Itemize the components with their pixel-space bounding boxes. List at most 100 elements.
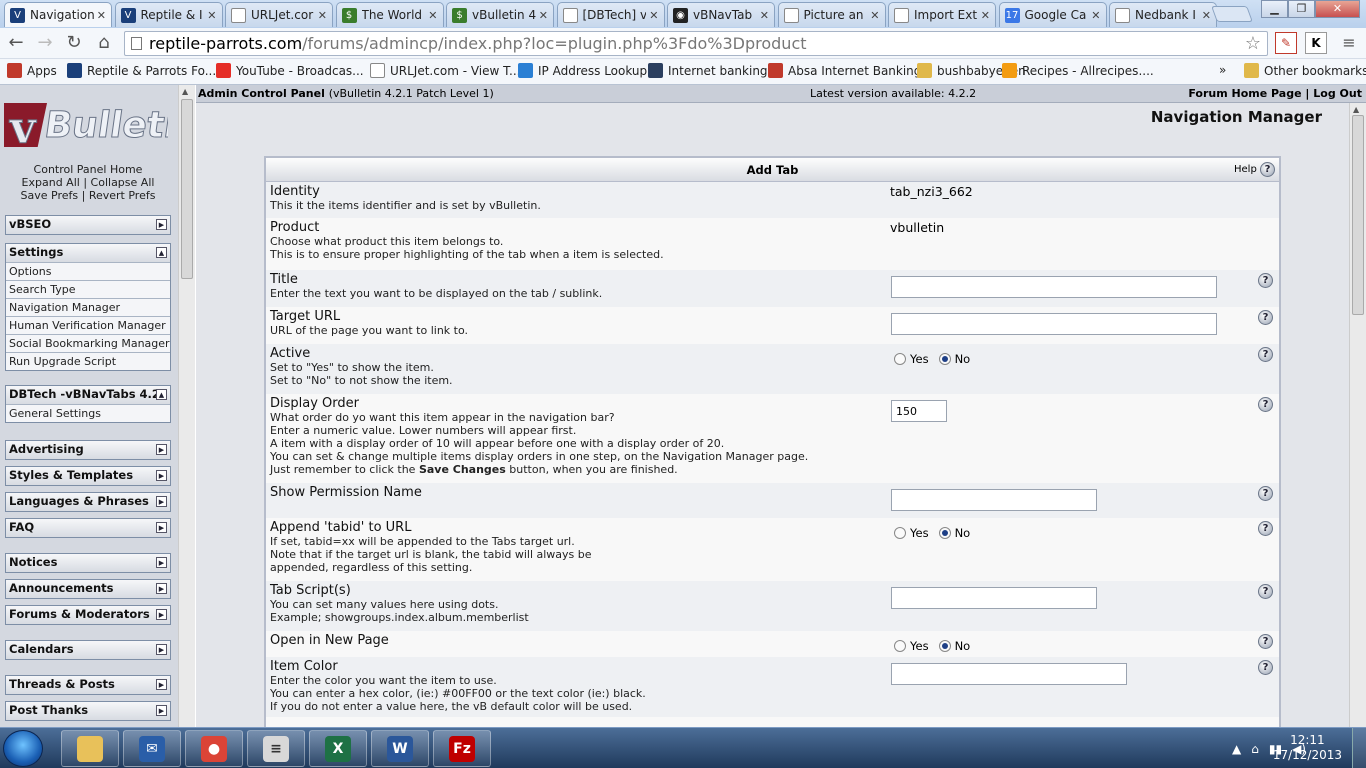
- expand-icon[interactable]: ▶: [156, 583, 167, 594]
- collapse-icon[interactable]: ▲: [156, 247, 167, 258]
- taskbar-excel-button[interactable]: X: [309, 730, 367, 767]
- revert-prefs-link[interactable]: Revert Prefs: [89, 189, 156, 202]
- close-tab-icon[interactable]: ✕: [870, 9, 879, 22]
- bookmark-item[interactable]: Apps: [7, 63, 57, 78]
- expand-icon[interactable]: ▶: [156, 444, 167, 455]
- home-icon[interactable]: ⌂: [93, 32, 115, 54]
- nav-item[interactable]: Options: [6, 262, 170, 280]
- reload-icon[interactable]: ↻: [63, 32, 85, 54]
- taskbar-chrome-button[interactable]: ●: [185, 730, 243, 767]
- bookmarks-overflow-button[interactable]: »: [1219, 63, 1226, 77]
- other-bookmarks[interactable]: Other bookmarks: [1244, 63, 1366, 78]
- browser-tab[interactable]: V Navigation ✕: [4, 2, 112, 27]
- show-desktop-button[interactable]: [1352, 728, 1366, 768]
- text-input[interactable]: [891, 400, 947, 422]
- bookmark-item[interactable]: URLJet.com - View T...: [370, 63, 520, 78]
- expand-all-link[interactable]: Expand All: [22, 176, 80, 189]
- close-tab-icon[interactable]: ✕: [1202, 9, 1211, 22]
- nav-group-header[interactable]: Languages & Phrases ▶: [6, 493, 170, 511]
- browser-tab[interactable]: Nedbank I ✕: [1109, 2, 1217, 27]
- nav-group-header[interactable]: Announcements ▶: [6, 580, 170, 598]
- help-icon[interactable]: ?: [1258, 584, 1273, 599]
- expand-icon[interactable]: ▶: [156, 522, 167, 533]
- yes-radio[interactable]: [894, 527, 906, 539]
- browser-tab[interactable]: Import Ext ✕: [888, 2, 996, 27]
- no-radio[interactable]: [938, 353, 951, 365]
- taskbar-explorer-button[interactable]: [61, 730, 119, 767]
- browser-tab[interactable]: 17 Google Ca ✕: [998, 2, 1107, 27]
- taskbar-filezilla-button[interactable]: Fz: [433, 730, 491, 767]
- nav-group-header[interactable]: Post Thanks ▶: [6, 702, 170, 720]
- save-prefs-link[interactable]: Save Prefs: [21, 189, 79, 202]
- expand-icon[interactable]: ▶: [156, 470, 167, 481]
- bookmark-item[interactable]: Reptile & Parrots Fo...: [67, 63, 216, 78]
- nav-group-header[interactable]: Forums & Moderators ▶: [6, 606, 170, 624]
- nav-group-header[interactable]: Calendars ▶: [6, 641, 170, 659]
- no-radio[interactable]: [938, 640, 951, 652]
- scroll-up-icon[interactable]: ▲: [1353, 105, 1359, 114]
- taskbar-thunderbird-button[interactable]: ✉: [123, 730, 181, 767]
- close-tab-icon[interactable]: ✕: [539, 9, 548, 22]
- text-input[interactable]: [891, 489, 1097, 511]
- nav-item[interactable]: Search Type: [6, 280, 170, 298]
- browser-tab[interactable]: URLJet.cor ✕: [225, 2, 333, 27]
- text-input[interactable]: [891, 663, 1127, 685]
- taskbar-notepad-button[interactable]: ≡: [247, 730, 305, 767]
- extension-k-button[interactable]: K: [1305, 32, 1327, 54]
- bookmark-item[interactable]: Internet banking: [648, 63, 768, 78]
- nav-group-header[interactable]: Notices ▶: [6, 554, 170, 572]
- help-icon[interactable]: ?: [1258, 486, 1273, 501]
- yes-radio[interactable]: [894, 640, 906, 652]
- scrollbar-thumb[interactable]: [181, 99, 193, 279]
- help-button[interactable]: Help ?: [1234, 162, 1275, 177]
- close-tab-icon[interactable]: ✕: [649, 9, 658, 22]
- nav-group-header[interactable]: Settings ▲: [6, 244, 170, 262]
- nav-item[interactable]: Human Verification Manager: [6, 316, 170, 334]
- expand-icon[interactable]: ▶: [156, 705, 167, 716]
- browser-tab[interactable]: ◉ vBNavTab ✕: [667, 2, 775, 27]
- close-tab-icon[interactable]: ✕: [318, 9, 327, 22]
- help-icon[interactable]: ?: [1258, 310, 1273, 325]
- close-tab-icon[interactable]: ✕: [981, 9, 990, 22]
- nav-item[interactable]: Navigation Manager: [6, 298, 170, 316]
- expand-icon[interactable]: ▶: [156, 496, 167, 507]
- browser-tab[interactable]: [DBTech] v ✕: [556, 2, 665, 27]
- extension-pen-icon[interactable]: ✎: [1275, 32, 1297, 54]
- yes-radio[interactable]: [894, 353, 906, 365]
- text-input[interactable]: [891, 313, 1217, 335]
- start-button[interactable]: [3, 730, 43, 767]
- text-input[interactable]: [891, 587, 1097, 609]
- expand-icon[interactable]: ▶: [156, 219, 167, 230]
- bookmark-item[interactable]: Recipes - Allrecipes....: [1002, 63, 1154, 78]
- forum-home-link[interactable]: Forum Home Page: [1188, 87, 1301, 100]
- nav-group-header[interactable]: Styles & Templates ▶: [6, 467, 170, 485]
- forward-icon[interactable]: →: [34, 32, 56, 54]
- close-tab-icon[interactable]: ✕: [207, 9, 216, 22]
- collapse-icon[interactable]: ▲: [156, 389, 167, 400]
- back-icon[interactable]: ←: [5, 32, 27, 54]
- text-input[interactable]: [891, 276, 1217, 298]
- help-icon[interactable]: ?: [1258, 660, 1273, 675]
- help-icon[interactable]: ?: [1258, 521, 1273, 536]
- expand-icon[interactable]: ▶: [156, 644, 167, 655]
- scrollbar-thumb[interactable]: [1352, 115, 1364, 315]
- help-icon[interactable]: ?: [1258, 273, 1273, 288]
- minimize-button[interactable]: ▁: [1261, 0, 1288, 18]
- browser-tab[interactable]: Picture an ✕: [777, 2, 886, 27]
- close-tab-icon[interactable]: ✕: [760, 9, 769, 22]
- browser-tab[interactable]: $ vBulletin 4 ✕: [446, 2, 554, 27]
- nav-item[interactable]: Run Upgrade Script: [6, 352, 170, 370]
- expand-icon[interactable]: ▶: [156, 557, 167, 568]
- nav-item[interactable]: General Settings: [6, 404, 170, 422]
- show-hidden-icons[interactable]: ▲: [1232, 742, 1241, 756]
- main-frame-scrollbar[interactable]: ▲: [1349, 103, 1366, 727]
- expand-icon[interactable]: ▶: [156, 609, 167, 620]
- close-tab-icon[interactable]: ✕: [428, 9, 437, 22]
- nav-group-header[interactable]: Advertising ▶: [6, 441, 170, 459]
- action-center-icon[interactable]: ⌂: [1251, 742, 1259, 756]
- help-icon[interactable]: ?: [1258, 397, 1273, 412]
- nav-group-header[interactable]: Threads & Posts ▶: [6, 676, 170, 694]
- nav-item[interactable]: Social Bookmarking Manager: [6, 334, 170, 352]
- expand-icon[interactable]: ▶: [156, 679, 167, 690]
- bookmark-item[interactable]: Absa Internet Banking: [768, 63, 921, 78]
